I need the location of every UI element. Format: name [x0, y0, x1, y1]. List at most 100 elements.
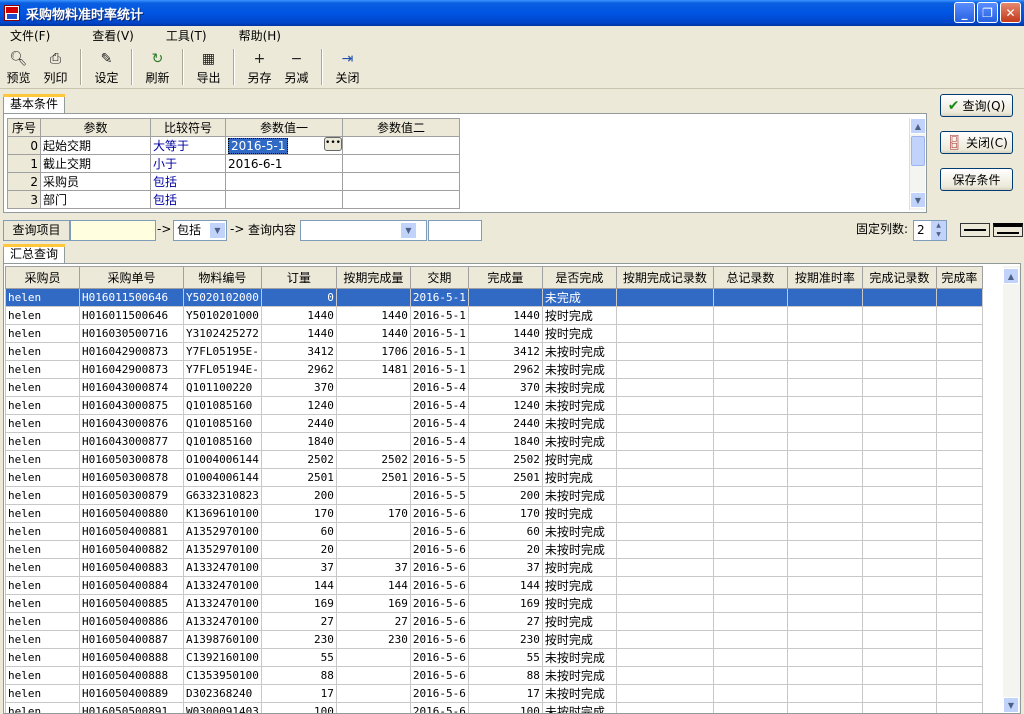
table-cell[interactable]: 170 — [260, 504, 337, 523]
table-cell[interactable]: H016050400886 — [79, 612, 184, 631]
table-cell[interactable]: 2016-5-6 — [409, 522, 469, 541]
value2-cell[interactable] — [342, 190, 460, 209]
table-cell[interactable]: 按时完成 — [541, 450, 617, 469]
table-cell[interactable] — [712, 342, 788, 361]
table-cell[interactable]: A1398760100 — [183, 630, 262, 649]
query-button[interactable]: ✔ 查询(Q) — [940, 94, 1013, 117]
table-cell[interactable] — [786, 540, 863, 559]
table-cell[interactable] — [935, 378, 983, 397]
table-cell[interactable]: 2016-5-1 — [409, 288, 469, 307]
table-cell[interactable] — [786, 702, 863, 713]
table-cell[interactable]: helen — [5, 414, 80, 433]
table-cell[interactable]: helen — [5, 684, 80, 703]
table-cell[interactable] — [786, 630, 863, 649]
table-cell[interactable]: 2016-5-6 — [409, 504, 469, 523]
operator-cell[interactable]: 小于 — [150, 154, 226, 173]
table-cell[interactable]: helen — [5, 378, 80, 397]
table-cell[interactable]: helen — [5, 432, 80, 451]
minimize-panel-button[interactable] — [960, 223, 990, 237]
table-cell[interactable] — [786, 468, 863, 487]
table-cell[interactable] — [335, 522, 411, 541]
table-cell[interactable]: G6332310823 — [183, 486, 262, 505]
table-cell[interactable]: 按时完成 — [541, 612, 617, 631]
table-cell[interactable]: 2016-5-6 — [409, 666, 469, 685]
table-cell[interactable] — [786, 360, 863, 379]
table-cell[interactable] — [712, 540, 788, 559]
table-cell[interactable] — [712, 576, 788, 595]
table-cell[interactable]: 2016-5-6 — [409, 540, 469, 559]
table-cell[interactable] — [861, 432, 937, 451]
table-cell[interactable]: H016050400883 — [79, 558, 184, 577]
table-cell[interactable] — [935, 414, 983, 433]
table-cell[interactable]: 37 — [467, 558, 543, 577]
col-header[interactable]: 完成率 — [935, 266, 983, 289]
close-conditions-button[interactable]: 🚪︎ 关闭(C) — [940, 131, 1013, 154]
table-cell[interactable]: O1004006144 — [183, 450, 262, 469]
table-cell[interactable] — [615, 702, 714, 713]
operator-cell[interactable]: 包括 — [150, 190, 226, 209]
table-cell[interactable] — [712, 306, 788, 325]
save-as-button[interactable]: + 另存 — [241, 47, 278, 87]
col-header[interactable]: 完成记录数 — [861, 266, 937, 289]
table-cell[interactable] — [861, 612, 937, 631]
table-cell[interactable]: 2440 — [467, 414, 543, 433]
table-cell[interactable] — [861, 504, 937, 523]
table-cell[interactable] — [335, 486, 411, 505]
table-cell[interactable]: helen — [5, 450, 80, 469]
table-cell[interactable] — [935, 576, 983, 595]
table-cell[interactable] — [335, 666, 411, 685]
table-row[interactable]: helen H016011500646 Y5020102000 0 2016-5-1 未完… — [5, 288, 983, 307]
restore-button[interactable]: ❐ — [977, 2, 998, 23]
table-cell[interactable]: 17 — [467, 684, 543, 703]
table-cell[interactable] — [712, 648, 788, 667]
table-cell[interactable] — [615, 450, 714, 469]
table-row[interactable]: helen H016011500646 Y5010201000 1440 1440 201… — [5, 306, 983, 325]
table-cell[interactable] — [786, 414, 863, 433]
table-cell[interactable]: C1392160100 — [183, 648, 262, 667]
table-cell[interactable]: H016050400888 — [79, 648, 184, 667]
table-cell[interactable] — [786, 666, 863, 685]
menu-file[interactable]: 文件(F) — [0, 26, 60, 46]
table-cell[interactable] — [935, 468, 983, 487]
table-row[interactable]: helen H016050300878 O1004006144 2502 2502 201… — [5, 450, 983, 469]
table-cell[interactable]: H016050300879 — [79, 486, 184, 505]
scroll-up-icon[interactable]: ▲ — [1003, 268, 1019, 284]
value2-cell[interactable] — [342, 136, 460, 155]
table-cell[interactable]: A1332470100 — [183, 576, 262, 595]
table-cell[interactable]: helen — [5, 594, 80, 613]
table-cell[interactable] — [861, 468, 937, 487]
table-cell[interactable] — [712, 666, 788, 685]
table-cell[interactable]: 未按时完成 — [541, 702, 617, 713]
table-cell[interactable]: 2962 — [260, 360, 337, 379]
table-cell[interactable]: helen — [5, 648, 80, 667]
table-cell[interactable]: 未按时完成 — [541, 342, 617, 361]
value1-cell[interactable] — [225, 190, 343, 209]
tab-basic-conditions[interactable]: 基本条件 — [3, 94, 66, 113]
table-cell[interactable]: 2016-5-6 — [409, 702, 469, 713]
close-button[interactable]: ⇥ 关闭 — [329, 47, 366, 87]
print-button[interactable]: ⎙ 列印 — [37, 47, 74, 87]
table-cell[interactable] — [786, 378, 863, 397]
table-cell[interactable]: H016050400888 — [79, 666, 184, 685]
table-cell[interactable] — [615, 378, 714, 397]
table-cell[interactable]: 按时完成 — [541, 594, 617, 613]
table-cell[interactable]: 20 — [467, 540, 543, 559]
table-cell[interactable] — [712, 504, 788, 523]
table-row[interactable]: helen H016050400884 A1332470100 144 144 2016-… — [5, 576, 983, 595]
table-cell[interactable]: 2440 — [260, 414, 337, 433]
table-cell[interactable] — [861, 540, 937, 559]
table-cell[interactable]: helen — [5, 630, 80, 649]
table-cell[interactable] — [861, 666, 937, 685]
table-cell[interactable] — [712, 684, 788, 703]
table-cell[interactable] — [935, 540, 983, 559]
table-cell[interactable]: 27 — [260, 612, 337, 631]
table-cell[interactable]: 200 — [467, 486, 543, 505]
table-cell[interactable]: helen — [5, 342, 80, 361]
table-cell[interactable]: H016050300878 — [79, 450, 184, 469]
table-cell[interactable] — [615, 414, 714, 433]
table-cell[interactable] — [335, 288, 411, 307]
table-cell[interactable]: 2501 — [260, 468, 337, 487]
table-cell[interactable]: 1440 — [335, 324, 411, 343]
table-row[interactable]: helen H016050400888 C1392160100 55 2016-5-6 5… — [5, 648, 983, 667]
table-cell[interactable] — [861, 396, 937, 415]
